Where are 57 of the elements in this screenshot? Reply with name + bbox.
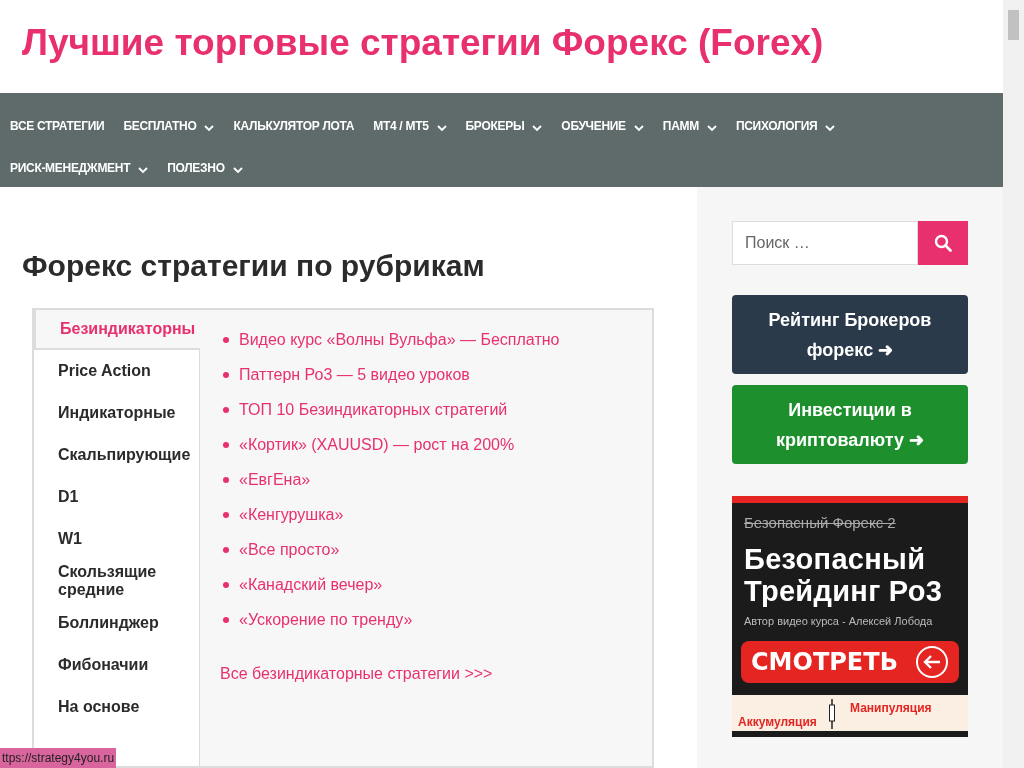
watch-button[interactable]: СМОТРЕТЬ [741, 641, 959, 683]
bullet-icon [223, 372, 229, 378]
nav-item[interactable]: БЕСПЛАТНО [123, 117, 215, 140]
category-tab[interactable]: Price Action [34, 350, 199, 392]
nav-item[interactable]: БРОКЕРЫ [465, 117, 543, 140]
bullet-icon [223, 617, 229, 623]
strategy-link[interactable]: ТОП 10 Безиндикаторных стратегий [239, 398, 508, 422]
candle-icon [828, 699, 836, 729]
site-title[interactable]: Лучшие торговые стратегии Форекс (Forex) [22, 14, 824, 79]
bullet-icon [223, 442, 229, 448]
bullet-icon [223, 477, 229, 483]
category-tab[interactable]: На основе [34, 686, 199, 728]
category-tab[interactable]: Фибоначии [34, 644, 199, 686]
chart-label: Аккумуляция [738, 714, 817, 731]
nav-item[interactable]: ВСЕ СТРАТЕГИИ [10, 117, 105, 140]
strategy-link[interactable]: «Все просто» [239, 538, 340, 562]
bullet-icon [223, 547, 229, 553]
strategy-link[interactable]: «Канадский вечер» [239, 573, 383, 597]
nav-item[interactable]: ПАММ [662, 117, 717, 140]
arrow-left-icon [915, 645, 949, 679]
sidebar-button[interactable]: Рейтинг Брокеров форекс ➜ [732, 295, 968, 374]
banner-author: Автор видео курса - Алексей Лобода [743, 613, 934, 629]
scrollbar[interactable] [1003, 0, 1024, 768]
bullet-icon [223, 337, 229, 343]
bullet-icon [223, 512, 229, 518]
category-tab[interactable]: W1 [34, 518, 199, 560]
strategy-link[interactable]: Видео курс «Волны Вульфа» — Бесплатно [239, 328, 560, 352]
strategy-link[interactable]: «Ускорение по тренду» [239, 608, 413, 632]
status-bar-url: ttps://strategy4you.ru [0, 748, 117, 768]
search-field[interactable]: Поиск … [732, 221, 918, 265]
banner-title: Безопасный Трейдинг Ро3 [743, 541, 944, 607]
search-button[interactable] [918, 221, 968, 265]
nav-item[interactable]: MT4 / MT5 [373, 117, 447, 140]
search-icon [934, 234, 952, 252]
nav-item[interactable]: ОБУЧЕНИЕ [561, 117, 644, 140]
strategy-link[interactable]: «Кенгурушка» [239, 503, 344, 527]
nav-item[interactable]: ПОЛЕЗНО [167, 159, 243, 182]
sidebar-button[interactable]: Инвестиции в криптовалюту ➜ [732, 385, 968, 464]
category-tab[interactable]: D1 [34, 476, 199, 518]
chart-label: Манипуляция [850, 700, 932, 717]
strategy-link[interactable]: Паттерн Ро3 — 5 видео уроков [239, 363, 470, 387]
nav-item[interactable]: КАЛЬКУЛЯТОР ЛОТА [233, 117, 355, 140]
strategy-link[interactable]: «ЕвгЕна» [239, 468, 311, 492]
section-heading: Форекс стратегии по рубрикам [22, 248, 486, 284]
all-strategies-link[interactable]: Все безиндикаторные стратегии >>> [220, 662, 560, 686]
banner-old-title: Безопасный Форекс 2 [743, 513, 897, 533]
category-tab[interactable]: Скользящие средние [34, 560, 199, 602]
category-tab[interactable]: Боллинджер [34, 602, 199, 644]
bullet-icon [223, 407, 229, 413]
strategy-link[interactable]: «Кортик» (XAUUSD) — рост на 200% [239, 433, 515, 457]
category-tab[interactable]: Безиндикаторны [34, 308, 200, 350]
nav-item[interactable]: РИСК-МЕНЕДЖМЕНТ [10, 159, 149, 182]
category-tab[interactable]: Скальпирующие [34, 434, 199, 476]
nav-item[interactable]: ПСИХОЛОГИЯ [735, 117, 836, 140]
category-tab[interactable]: Индикаторные [34, 392, 199, 434]
bullet-icon [223, 582, 229, 588]
banner[interactable]: Безопасный Форекс 2 Безопасный Трейдинг Ро3 Автор видео курса - Алексей Лобода СМОТРЕТЬ Аккумуляция Манипуляция [732, 496, 968, 737]
